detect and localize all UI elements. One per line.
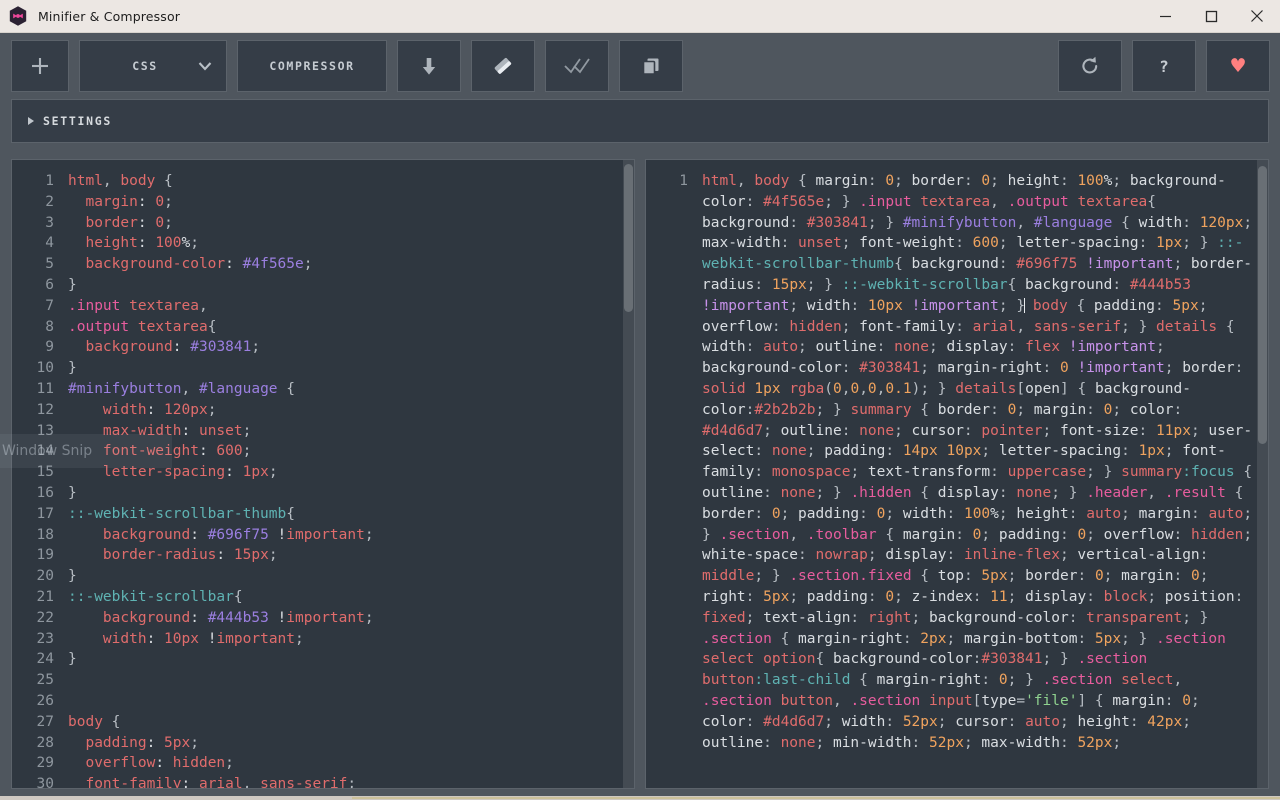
heart-icon: ♥ [1229,54,1247,77]
input-scrollbar-thumb[interactable] [624,164,633,312]
main-toolbar: CSS COMPRESSOR ? ♥ [0,33,1280,99]
favorite-button[interactable]: ♥ [1206,40,1270,92]
chevron-down-icon [198,62,212,71]
line-number: 2 [45,193,54,210]
input-code-editor[interactable]: html, body { margin: 0; border: 0; heigh… [64,160,634,788]
bottom-accent-line [352,797,1280,799]
help-button[interactable]: ? [1132,40,1196,92]
line-number: 20 [36,568,54,585]
window-controls [1142,0,1280,33]
line-number: 25 [36,672,54,689]
output-scrollbar[interactable] [1257,160,1268,788]
question-mark-icon: ? [1159,56,1169,76]
copy-icon [642,58,659,75]
output-line-numbers: 1 [646,160,698,788]
settings-label: SETTINGS [43,114,112,128]
title-bar: Minifier & Compressor [0,0,1280,33]
editor-area: 1 2 3 4 5 6 7 8 9 10 11 12 13 14 15 16 17 18 19 20 21 22 23 24 2… [11,159,1269,789]
line-number: 27 [36,713,54,730]
line-number: 6 [45,276,54,293]
add-button[interactable] [11,40,69,92]
line-number: 7 [45,297,54,314]
maximize-icon [1205,10,1217,22]
line-number: 14 [36,443,54,460]
maximize-button[interactable] [1188,0,1234,33]
app-hex-icon-svg [9,6,27,26]
validate-button[interactable] [545,40,609,92]
clear-button[interactable] [471,40,535,92]
line-number: 22 [36,609,54,626]
line-number: 12 [36,401,54,418]
line-number: 18 [36,526,54,543]
line-number: 26 [36,692,54,709]
line-number: 11 [36,380,54,397]
input-pane: 1 2 3 4 5 6 7 8 9 10 11 12 13 14 15 16 17 18 19 20 21 22 23 24 2… [11,159,635,789]
text-caret [1024,297,1026,313]
line-number: 29 [36,755,54,772]
language-select-value: CSS [132,59,158,73]
output-pane: 1 html, body { margin: 0; border: 0; hei… [645,159,1269,789]
refresh-icon [1082,56,1098,74]
line-number: 19 [36,547,54,564]
output-scrollbar-thumb[interactable] [1258,166,1267,444]
line-number: 16 [36,484,54,501]
language-select[interactable]: CSS [79,40,227,92]
compressor-button-label: COMPRESSOR [269,59,355,73]
download-button[interactable] [397,40,461,92]
eraser-icon [494,57,512,74]
output-code-editor[interactable]: html, body { margin: 0; border: 0; heigh… [698,160,1268,788]
chevron-right-icon [28,117,34,125]
minimize-button[interactable] [1142,0,1188,33]
refresh-button[interactable] [1058,40,1122,92]
close-button[interactable] [1234,0,1280,33]
copy-button[interactable] [619,40,683,92]
line-number: 3 [45,214,54,231]
double-check-icon [564,58,590,74]
window-bottom-edge [0,796,1280,800]
minimize-icon [1159,15,1171,17]
plus-icon [32,58,48,74]
line-number: 4 [45,235,54,252]
line-number: 1 [679,173,688,189]
line-number: 5 [45,256,54,273]
line-number: 28 [36,734,54,751]
input-line-numbers: 1 2 3 4 5 6 7 8 9 10 11 12 13 14 15 16 17 18 19 20 21 22 23 24 2… [12,160,64,788]
close-icon [1251,10,1263,22]
download-arrow-icon [422,58,436,75]
line-number: 17 [36,505,54,522]
line-number: 10 [36,360,54,377]
compressor-button[interactable]: COMPRESSOR [237,40,387,92]
input-scrollbar[interactable] [623,160,634,788]
app-hex-icon [7,5,29,27]
line-number: 23 [36,630,54,647]
application-window: Minifier & Compressor CSS COMPRESSOR ? ♥… [0,0,1280,800]
line-number: 21 [36,588,54,605]
line-number: 15 [36,464,54,481]
line-number: 8 [45,318,54,335]
line-number: 30 [36,776,54,789]
line-number: 24 [36,651,54,668]
line-number: 1 [45,173,54,189]
line-number: 9 [45,339,54,356]
settings-disclosure[interactable]: SETTINGS [11,99,1269,143]
window-title: Minifier & Compressor [38,8,181,24]
line-number: 13 [36,422,54,439]
